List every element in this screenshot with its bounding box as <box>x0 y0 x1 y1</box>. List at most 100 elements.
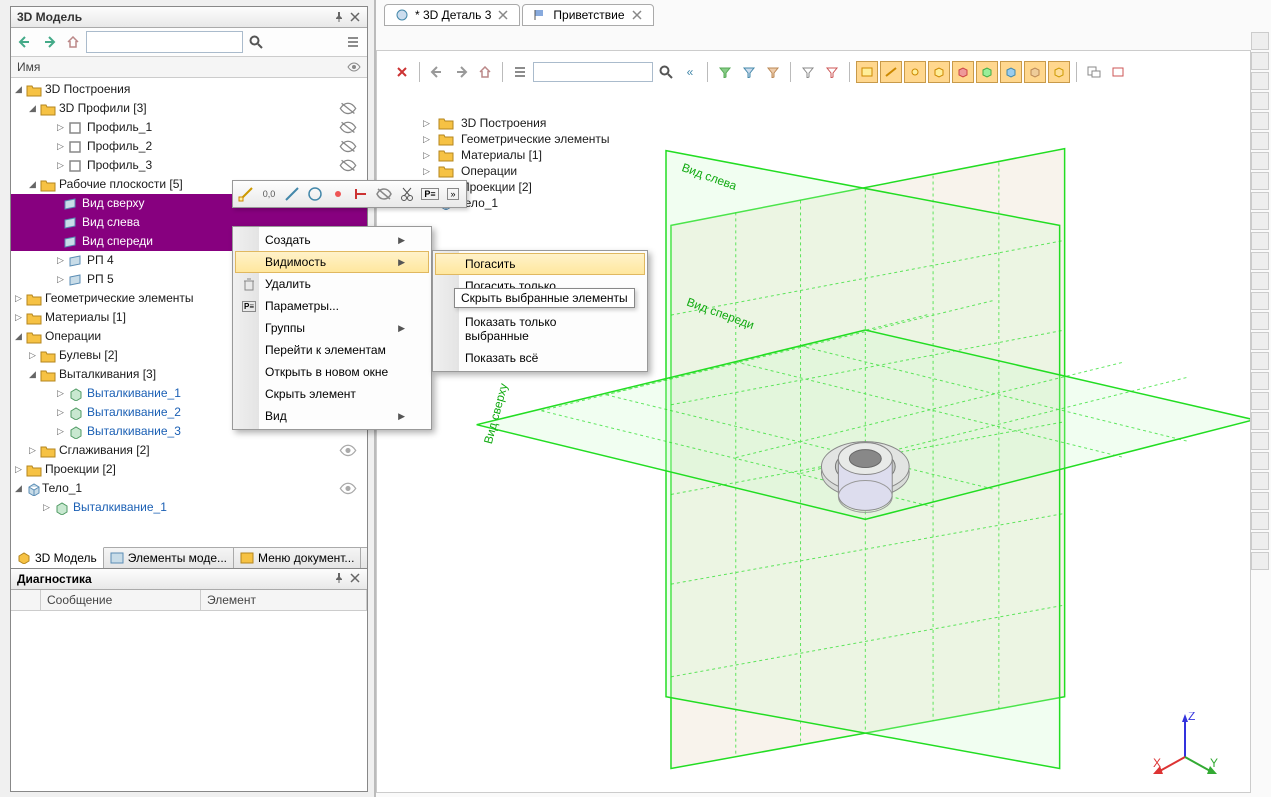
expander-icon[interactable]: ◢ <box>13 84 24 95</box>
right-tool-button[interactable] <box>1251 152 1269 170</box>
right-tool-button[interactable] <box>1251 132 1269 150</box>
float-properties-button[interactable]: P≡ <box>419 183 441 205</box>
float-more-button[interactable]: » <box>442 183 464 205</box>
nav-home-button[interactable] <box>474 61 496 83</box>
right-tool-button[interactable] <box>1251 432 1269 450</box>
filter1-button[interactable] <box>714 61 736 83</box>
doc-tab-detail[interactable]: * 3D Деталь 3 <box>384 4 520 26</box>
viewport-search-input[interactable] <box>533 62 653 82</box>
right-tool-button[interactable] <box>1251 32 1269 50</box>
right-tool-button[interactable] <box>1251 52 1269 70</box>
select-body2-button[interactable] <box>952 61 974 83</box>
filter2-button[interactable] <box>738 61 760 83</box>
collapse-button[interactable]: « <box>679 61 701 83</box>
submenu-show-all[interactable]: Показать всё <box>435 347 645 369</box>
nav-back-button[interactable] <box>14 31 36 53</box>
tree-item-body-extrusion[interactable]: ▷Выталкивание_1 <box>11 498 367 517</box>
tab-model-elements[interactable]: Элементы моде... <box>104 548 234 568</box>
hidden-icon[interactable] <box>339 102 357 115</box>
tab-3d-model[interactable]: 3D Модель <box>11 547 104 568</box>
right-tool-button[interactable] <box>1251 172 1269 190</box>
float-cut-button[interactable] <box>396 183 418 205</box>
search-button[interactable] <box>655 61 677 83</box>
visibility-submenu[interactable]: Погасить Погасить только выбранные Показ… <box>432 250 648 372</box>
right-tool-button[interactable] <box>1251 552 1269 570</box>
float-ruler-button[interactable]: 0,0 <box>258 183 280 205</box>
right-tool-button[interactable] <box>1251 452 1269 470</box>
tree-item-profile[interactable]: ▷Профиль_1 <box>11 118 367 137</box>
3d-scene[interactable]: Вид слева Вид спереди Вид сверху <box>377 51 1250 788</box>
right-tool-button[interactable] <box>1251 392 1269 410</box>
menu-goto[interactable]: Перейти к элементам <box>235 339 429 361</box>
hidden-icon[interactable] <box>339 140 357 153</box>
visible-icon[interactable] <box>339 482 357 495</box>
select-edge-button[interactable] <box>880 61 902 83</box>
select-body3-button[interactable] <box>976 61 998 83</box>
filter4-button[interactable] <box>797 61 819 83</box>
right-tool-button[interactable] <box>1251 292 1269 310</box>
list-options-button[interactable] <box>342 31 364 53</box>
visible-icon[interactable] <box>339 444 357 457</box>
right-tool-button[interactable] <box>1251 192 1269 210</box>
right-tool-button[interactable] <box>1251 332 1269 350</box>
tree-item-profiles[interactable]: ◢3D Профили [3] <box>11 99 367 118</box>
float-line-button[interactable] <box>281 183 303 205</box>
float-align-button[interactable] <box>350 183 372 205</box>
right-tool-button[interactable] <box>1251 412 1269 430</box>
select-vertex-button[interactable] <box>904 61 926 83</box>
close-command-button[interactable] <box>391 61 413 83</box>
pin-icon[interactable] <box>333 572 345 584</box>
nav-home-button[interactable] <box>62 31 84 53</box>
tree-item-profile[interactable]: ▷Профиль_2 <box>11 137 367 156</box>
tab-doc-menu[interactable]: Меню документ... <box>234 548 361 568</box>
right-tool-button[interactable] <box>1251 92 1269 110</box>
tree-item-smoothings[interactable]: ▷Сглаживания [2] <box>11 441 367 460</box>
menu-open-window[interactable]: Открыть в новом окне <box>235 361 429 383</box>
search-button[interactable] <box>245 31 267 53</box>
float-hide-button[interactable] <box>373 183 395 205</box>
filter3-button[interactable] <box>762 61 784 83</box>
nav-back-button[interactable] <box>426 61 448 83</box>
menu-properties[interactable]: P≡Параметры... <box>235 295 429 317</box>
close-icon[interactable] <box>349 572 361 584</box>
float-measure-button[interactable] <box>235 183 257 205</box>
right-tool-button[interactable] <box>1251 492 1269 510</box>
right-tool-button[interactable] <box>1251 272 1269 290</box>
menu-groups[interactable]: Группы▶ <box>235 317 429 339</box>
right-tool-button[interactable] <box>1251 372 1269 390</box>
float-node-button[interactable] <box>327 183 349 205</box>
tree-item-body[interactable]: ◢Тело_1 <box>11 479 367 498</box>
select-body6-button[interactable] <box>1048 61 1070 83</box>
right-tool-button[interactable] <box>1251 252 1269 270</box>
pin-icon[interactable] <box>333 11 345 23</box>
right-tool-button[interactable] <box>1251 352 1269 370</box>
menu-create[interactable]: Создать▶ <box>235 229 429 251</box>
right-tool-button[interactable] <box>1251 312 1269 330</box>
menu-hide-element[interactable]: Скрыть элемент <box>235 383 429 405</box>
close-icon[interactable] <box>349 11 361 23</box>
nav-path-input[interactable] <box>86 31 243 53</box>
submenu-hide[interactable]: Погасить <box>435 253 645 275</box>
hidden-icon[interactable] <box>339 121 357 134</box>
orientation-triad[interactable]: Z X Y <box>1150 712 1220 782</box>
close-icon[interactable] <box>497 9 509 21</box>
select-body1-button[interactable] <box>928 61 950 83</box>
right-tool-button[interactable] <box>1251 512 1269 530</box>
export-view-button[interactable] <box>1107 61 1129 83</box>
filter5-button[interactable] <box>821 61 843 83</box>
select-body5-button[interactable] <box>1024 61 1046 83</box>
close-icon[interactable] <box>631 9 643 21</box>
menu-visibility[interactable]: Видимость▶ <box>235 251 429 273</box>
right-tool-button[interactable] <box>1251 472 1269 490</box>
doc-tab-welcome[interactable]: Приветствие <box>522 4 653 26</box>
floating-toolbar[interactable]: 0,0 P≡ » <box>232 180 467 208</box>
menu-delete[interactable]: Удалить <box>235 273 429 295</box>
float-circle-button[interactable] <box>304 183 326 205</box>
tree-item-profile[interactable]: ▷Профиль_3 <box>11 156 367 175</box>
nav-forward-button[interactable] <box>450 61 472 83</box>
3d-canvas[interactable]: « ▷3D Построения ▷Геометрические элем <box>376 50 1251 793</box>
list-button[interactable] <box>509 61 531 83</box>
menu-view[interactable]: Вид▶ <box>235 405 429 427</box>
right-tool-button[interactable] <box>1251 72 1269 90</box>
select-face-button[interactable] <box>856 61 878 83</box>
